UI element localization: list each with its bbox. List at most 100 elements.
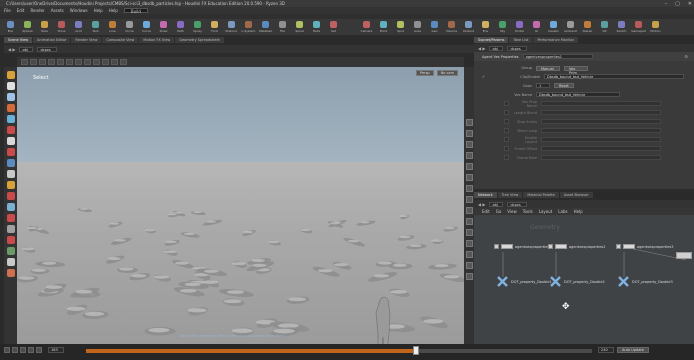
- shelf-tool-spot[interactable]: Spot: [392, 19, 409, 34]
- param-field-1[interactable]: 1: [536, 83, 550, 88]
- shelf-tool-spiral[interactable]: Spiral: [291, 19, 308, 34]
- param-checkbox[interactable]: [504, 119, 509, 124]
- points-button[interactable]: [39, 59, 46, 65]
- shelf-tool-spray[interactable]: Spray: [189, 19, 206, 34]
- param-field[interactable]: [541, 155, 661, 160]
- param-field-2[interactable]: Dbsdb_bound_bsd_Vehicle: [536, 92, 620, 97]
- ghost-icon[interactable]: [465, 130, 473, 137]
- param-field[interactable]: [541, 128, 661, 133]
- menu-windows[interactable]: Windows: [70, 8, 88, 13]
- param-nav-icon[interactable]: ◀ ▶: [478, 46, 485, 51]
- shelf-tool-caustic[interactable]: Caustic: [545, 19, 562, 34]
- shelf-tool-stereo[interactable]: Stereo: [579, 19, 596, 34]
- bones-icon[interactable]: [465, 185, 473, 192]
- node-top-1[interactable]: agentvexproperties1: [494, 244, 551, 249]
- tab-performance[interactable]: Performance Monitor: [533, 37, 579, 43]
- shelf-tool-volume[interactable]: Volume: [443, 19, 460, 34]
- minimize-button[interactable]: –: [665, 1, 668, 7]
- shelf-tool-switch[interactable]: Switch: [613, 19, 630, 34]
- class-menu[interactable]: Vex Prim: [564, 65, 588, 75]
- shelf-tool-sphere[interactable]: Sphere: [19, 19, 36, 34]
- maximize-button[interactable]: ▢: [675, 1, 680, 7]
- param-checkbox[interactable]: [504, 137, 509, 142]
- tab-take-list[interactable]: Take List: [509, 37, 533, 43]
- step-back-button[interactable]: [12, 347, 18, 353]
- shading-button[interactable]: [120, 59, 127, 65]
- left-tool-icon[interactable]: [6, 269, 15, 277]
- shelf-tool-curve[interactable]: Curve: [138, 19, 155, 34]
- param-checkbox[interactable]: [504, 146, 509, 151]
- frame-icon[interactable]: [465, 262, 473, 269]
- left-tool-icon[interactable]: [6, 148, 15, 156]
- left-tool-icon[interactable]: [6, 170, 15, 178]
- shelf-tool-null[interactable]: Null: [87, 19, 104, 34]
- check-icon[interactable]: ✓: [482, 74, 490, 79]
- camera-icon[interactable]: [465, 218, 473, 225]
- pivot-button[interactable]: [84, 59, 91, 65]
- param-field[interactable]: [541, 146, 661, 151]
- shelf-tool-area[interactable]: Area: [409, 19, 426, 34]
- shelf-tool-env[interactable]: Env: [477, 19, 494, 34]
- output-node[interactable]: [676, 252, 692, 259]
- persp-menu[interactable]: Persp: [416, 70, 434, 76]
- tab-network[interactable]: Network: [474, 192, 497, 198]
- shelf-tool-portal[interactable]: Portal: [511, 19, 528, 34]
- shelf-tool-box[interactable]: Box: [2, 19, 19, 34]
- auto-update-menu[interactable]: Auto Update: [617, 347, 649, 353]
- select-mode-button[interactable]: [30, 59, 37, 65]
- tab-composite-view[interactable]: Composite View: [102, 37, 139, 43]
- path-node[interactable]: dcpxs: [37, 46, 58, 52]
- menu-help[interactable]: Help: [94, 8, 103, 13]
- shelf-tool-ambient[interactable]: Ambient: [562, 19, 579, 34]
- home-icon[interactable]: [465, 251, 473, 258]
- left-tool-icon[interactable]: [6, 115, 15, 123]
- param-field[interactable]: [541, 137, 661, 142]
- menu-help-2[interactable]: Help: [109, 8, 118, 13]
- network-editor[interactable]: ◀ ▶ obj dcpxs Edit Go View Tools Layout …: [474, 200, 694, 344]
- scene-viewport[interactable]: [17, 67, 464, 344]
- display-button[interactable]: [102, 59, 109, 65]
- jump-start-button[interactable]: [4, 347, 10, 353]
- tab-render-view[interactable]: Render View: [71, 37, 102, 43]
- desktop-select[interactable]: Build: [123, 8, 148, 14]
- tab-params[interactable]: Sopnet/Params: [474, 37, 509, 43]
- edges-button[interactable]: [48, 59, 55, 65]
- shelf-tool-draw[interactable]: Draw: [155, 19, 172, 34]
- snap-button[interactable]: [75, 59, 82, 65]
- tab-tree-view[interactable]: Tree View: [497, 192, 523, 198]
- left-tool-icon[interactable]: [6, 203, 15, 211]
- left-tool-icon[interactable]: [6, 258, 15, 266]
- left-tool-icon[interactable]: [6, 181, 15, 189]
- shelf-tool-sky[interactable]: Sky: [494, 19, 511, 34]
- close-button[interactable]: ✕: [688, 1, 692, 7]
- stop-button[interactable]: [28, 347, 34, 353]
- shelf-tool-geo[interactable]: Geo: [426, 19, 443, 34]
- left-tool-icon[interactable]: [6, 225, 15, 233]
- grid-icon[interactable]: [465, 174, 473, 181]
- shelf-tool-vr[interactable]: VR: [596, 19, 613, 34]
- tab-asset-browser[interactable]: Asset Browser: [559, 192, 593, 198]
- left-tool-icon[interactable]: [6, 137, 15, 145]
- param-field[interactable]: [541, 119, 661, 124]
- back-arrow-icon[interactable]: ◀ ▶: [8, 47, 15, 52]
- shelf-tool-distant[interactable]: Distant: [460, 19, 477, 34]
- menu-file[interactable]: File: [4, 8, 11, 13]
- handle-button[interactable]: [93, 59, 100, 65]
- left-tool-icon[interactable]: [6, 247, 15, 255]
- shelf-tool-l-system[interactable]: L-System: [240, 19, 257, 34]
- left-tool-icon[interactable]: [6, 236, 15, 244]
- param-field-0[interactable]: Dbsdb_bound_bsd_Vehicle: [544, 74, 684, 79]
- node-bottom-1[interactable]: DOT_property_Double1: [497, 276, 552, 287]
- shelf-tool-motion[interactable]: Motion: [647, 19, 664, 34]
- left-tool-icon[interactable]: [6, 93, 15, 101]
- tab-geometry-spreadsheet[interactable]: Geometry Spreadsheet: [175, 37, 224, 43]
- shelf-tool-gi[interactable]: GI: [528, 19, 545, 34]
- param-path-node[interactable]: dcpxs: [507, 45, 528, 51]
- node-top-2[interactable]: agentvexproperties2: [548, 244, 605, 249]
- left-tool-icon[interactable]: [6, 126, 15, 134]
- vertices-button[interactable]: [66, 59, 73, 65]
- frame-field[interactable]: 163: [48, 347, 64, 353]
- group-menu[interactable]: Manual: [536, 65, 560, 71]
- shelf-tool-file[interactable]: File: [274, 19, 291, 34]
- menu-assets[interactable]: Assets: [51, 8, 64, 13]
